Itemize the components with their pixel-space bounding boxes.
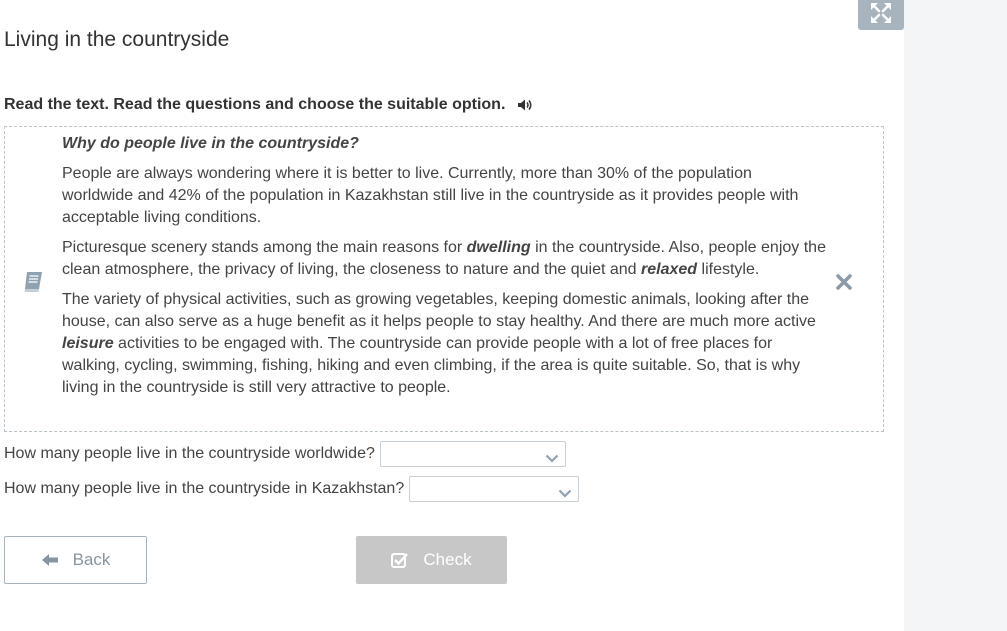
checkbox-check-icon (391, 552, 409, 568)
chevron-down-icon (558, 485, 572, 503)
answer-dropdown-kazakhstan[interactable] (409, 476, 580, 503)
right-panel (904, 0, 1007, 631)
question-label: How many people live in the countryside … (4, 480, 405, 497)
keyword-relaxed: relaxed (641, 261, 698, 278)
chevron-down-icon (545, 450, 559, 468)
arrow-left-icon (41, 553, 59, 567)
back-button-label: Back (72, 550, 111, 569)
question-worldwide: How many people live in the countryside … (4, 441, 566, 467)
instruction-text: Read the text. Read the questions and ch… (4, 96, 506, 113)
fullscreen-icon (870, 2, 892, 29)
passage-paragraph-2: Picturesque scenery stands among the mai… (62, 239, 826, 278)
check-button[interactable]: Check (356, 536, 507, 584)
reading-passage-box: Why do people live in the countryside? P… (4, 126, 884, 432)
speaker-icon[interactable] (517, 98, 533, 112)
close-icon[interactable] (835, 273, 853, 296)
keyword-dwelling: dwelling (466, 239, 531, 256)
passage-heading: Why do people live in the countryside? (62, 135, 359, 152)
passage-paragraph-3: The variety of physical activities, such… (62, 291, 816, 396)
question-label: How many people live in the countryside … (4, 445, 375, 462)
passage-paragraph-1: People are always wondering where it is … (62, 165, 799, 226)
page-title: Living in the countryside (4, 28, 230, 51)
check-button-label: Check (423, 550, 472, 569)
book-icon (21, 270, 45, 299)
question-kazakhstan: How many people live in the countryside … (4, 476, 580, 503)
answer-dropdown-worldwide[interactable] (379, 441, 566, 468)
back-button[interactable]: Back (4, 536, 147, 584)
keyword-leisure: leisure (62, 335, 114, 352)
fullscreen-button[interactable] (858, 0, 904, 30)
instruction: Read the text. Read the questions and ch… (4, 96, 533, 114)
passage-text: Why do people live in the countryside? P… (62, 133, 827, 407)
